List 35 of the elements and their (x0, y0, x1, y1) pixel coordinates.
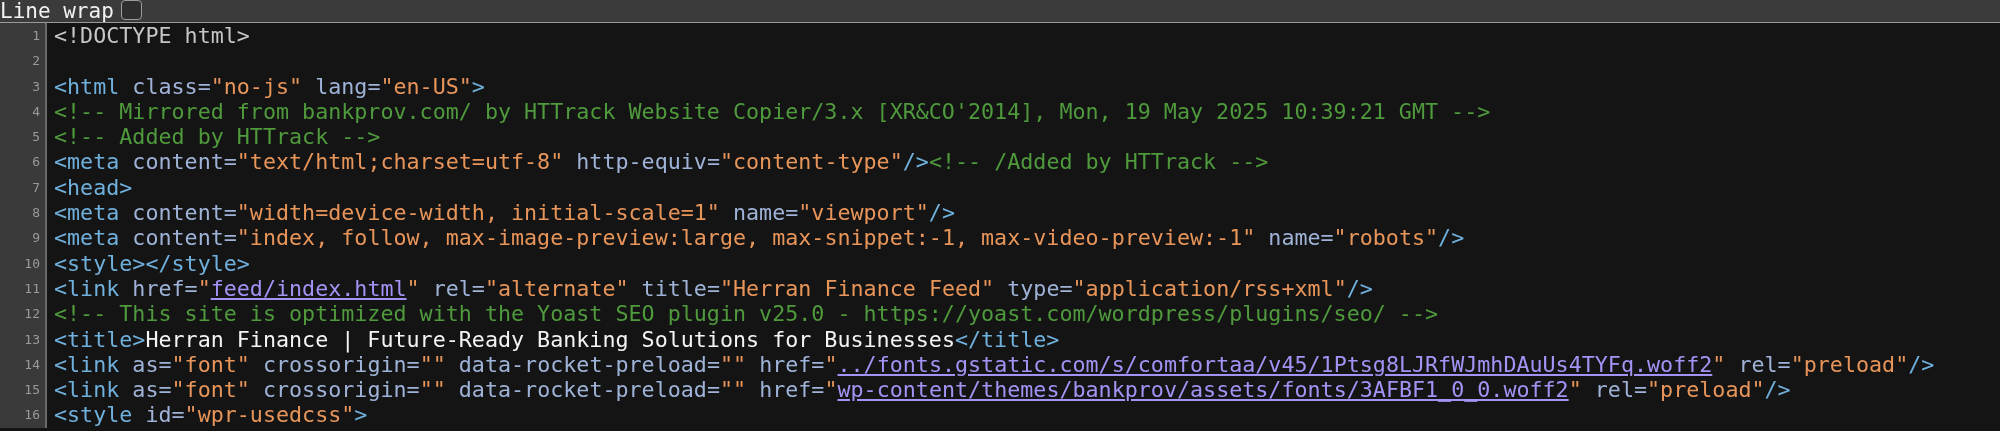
source-link[interactable]: wp-content/themes/bankprov/assets/fonts/3AFBF1_0_0.woff2 (837, 377, 1569, 403)
code-line: <link href="feed/index.html" rel="alternate" title="Herran Finance Feed" type="application/rss+xml"/> (53, 275, 1373, 302)
line-number: 3 (0, 73, 47, 99)
code-line: <meta content="text/html;charset=utf-8" http-equiv="content-type"/><!-- /Added by HTTrack --> (53, 149, 1269, 175)
line-number: 1 (0, 23, 47, 49)
code-line: <!-- Mirrored from bankprov.com/ by HTTrack Website Copier/3.x [XR&CO'2014], Mon, 19 May 2025 10:39:21 GMT --> (53, 98, 1491, 125)
code-line: <!-- Added by HTTrack --> (53, 124, 381, 150)
line-number: 6 (0, 149, 47, 175)
code-line: <head> (53, 174, 133, 201)
line-number: 13 (0, 326, 47, 352)
code-line: <title>Herran Finance | Future-Ready Banking Solutions for Businesses</title> (53, 326, 1060, 352)
code-line: <!-- This site is optimized with the Yoast SEO plugin v25.0 - https://yoast.com/wordpress/plugins/seo/ --> (53, 301, 1439, 327)
source-link[interactable]: ../fonts.gstatic.com/s/comfortaa/v45/1Ptsg8LJRfWJmhDAuUs4TYFq.woff2 (837, 351, 1713, 377)
line-number: 14 (0, 351, 47, 378)
line-number: 15 (0, 377, 47, 403)
code-line: <link as="font" crossorigin="" data-rocket-preload="" href="wp-content/themes/bankprov/assets/fonts/3AFBF1_0_0.woff2" rel="preload"/> (53, 377, 1791, 403)
line-number: 11 (0, 275, 47, 302)
line-number: 10 (0, 250, 47, 276)
line-number: 7 (0, 174, 47, 201)
line-number: 9 (0, 225, 47, 251)
code-line: <html class="no-js" lang="en-US"> (53, 73, 485, 99)
line-wrap-checkbox[interactable] (120, 0, 142, 20)
code-line: <style id="wpr-usedcss"> (53, 402, 368, 428)
code-line: <meta content="width=device-width, initial-scale=1" name="viewport"/> (53, 200, 955, 226)
line-number: 4 (0, 98, 47, 125)
source-link[interactable]: feed/index.html (210, 275, 407, 301)
line-number: 12 (0, 301, 47, 327)
code-line: <!DOCTYPE html> (53, 23, 250, 49)
line-wrap-label: Line wrap (0, 0, 114, 22)
code-line: <style></style> (53, 250, 250, 276)
line-number: 5 (0, 124, 47, 150)
line-number: 2 (0, 48, 47, 74)
line-number: 8 (0, 200, 47, 226)
line-number: 16 (0, 402, 47, 428)
code-line: <meta content="index, follow, max-image-preview:large, max-snippet:-1, max-video-preview:-1" name="robots"/> (53, 225, 1465, 251)
